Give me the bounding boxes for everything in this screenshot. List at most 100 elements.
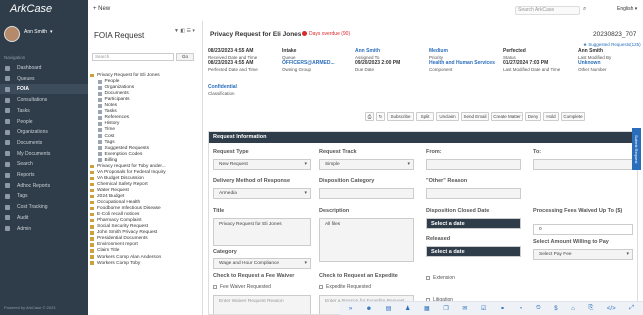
tree-child[interactable]: Exemption Codes [98, 152, 142, 157]
print-button[interactable]: ⎙ [365, 112, 374, 121]
files-icon[interactable]: ❐ [443, 305, 448, 312]
submit-request-tab[interactable]: Submit Request [632, 128, 641, 170]
people-icon[interactable]: ☻ [366, 306, 372, 312]
complete-button[interactable]: Complete [561, 112, 585, 121]
sidebar-item-consultations[interactable]: Consultations [0, 95, 88, 105]
sidebar-item-people[interactable]: People [0, 117, 88, 127]
component-link[interactable]: Health and Human Services [429, 60, 495, 66]
sidebar-item-search[interactable]: Search [0, 159, 88, 169]
released-date-field[interactable]: Select a date [426, 246, 521, 257]
disposition-field[interactable] [319, 188, 414, 199]
tree-child[interactable]: Tasks [98, 109, 117, 114]
avatar[interactable] [4, 26, 20, 42]
tree-child[interactable]: Tags [98, 140, 115, 145]
from-field[interactable] [426, 159, 521, 170]
tree-child[interactable]: References [98, 115, 129, 120]
deny-button[interactable]: Deny [525, 112, 541, 121]
willing-select[interactable]: Select Pay Fee [533, 249, 633, 260]
tree-item[interactable]: Workers Comp Alan Anderson [90, 255, 161, 260]
send-email-button[interactable]: Send Email [461, 112, 489, 121]
tree-item[interactable]: VA Proposals for Federal Inquiry [90, 170, 166, 175]
sidebar-item-tasks[interactable]: Tasks [0, 106, 88, 116]
tree-item[interactable]: Presidential Documents [90, 236, 148, 241]
user-name[interactable]: Ann Smith [24, 29, 47, 35]
other-reason-field[interactable] [426, 188, 521, 199]
link-icon[interactable]: ⚭ [500, 305, 505, 312]
priority-link[interactable]: Medium [429, 48, 448, 54]
building-icon[interactable]: ▦ [424, 305, 430, 312]
subscribe-button[interactable]: Subscribe [387, 112, 414, 121]
sidebar-item-foia[interactable]: FOIA [0, 84, 88, 95]
language-select[interactable]: English ▾ [617, 6, 637, 12]
refresh-button[interactable]: ↻ [376, 112, 385, 121]
tree-item[interactable]: Occupational Health [90, 200, 140, 205]
tree-child[interactable]: Notes [98, 103, 117, 108]
sidebar-item-my-documents[interactable]: My Documents [0, 149, 88, 159]
tree-go-button[interactable]: Go [176, 53, 194, 61]
tree-item[interactable]: John Smith Privacy Request [90, 230, 157, 235]
tree-item[interactable]: Environment report [90, 242, 138, 247]
code-icon[interactable]: </> [607, 306, 616, 312]
processing-field[interactable]: 0 [533, 224, 633, 235]
expand-icon[interactable]: ⤢ [629, 305, 634, 312]
sidebar-item-reports[interactable]: Reports [0, 170, 88, 180]
tree-item[interactable]: Social Security Request [90, 224, 148, 229]
tree-child[interactable]: History [98, 121, 119, 126]
tree-item[interactable]: 2024 Budget [90, 194, 124, 199]
tag-icon[interactable]: ⌂ [571, 306, 575, 312]
tree-child[interactable]: Organizations [98, 85, 134, 90]
tree-item[interactable]: Claim Title [90, 248, 119, 253]
sidebar-item-admin[interactable]: Admin [0, 224, 88, 234]
tree-search-input[interactable]: Search [92, 53, 174, 61]
request-type-select[interactable]: New Request [213, 159, 311, 170]
money-icon[interactable]: $ [554, 306, 557, 312]
tree-child[interactable]: Time [98, 127, 115, 132]
sidebar-item-audit[interactable]: Audit [0, 213, 88, 223]
new-button[interactable]: + New [93, 6, 110, 12]
tasks-icon[interactable]: ☑ [481, 305, 486, 312]
classification-link[interactable]: Confidential [208, 84, 237, 90]
sidebar-item-adhoc-reports[interactable]: Adhoc Reports [0, 181, 88, 191]
sidebar-item-tags[interactable]: Tags [0, 191, 88, 201]
waiver-reason-field[interactable]: Enter Waiver Request Reason [213, 295, 311, 314]
tree-item[interactable]: E-Coli recall notices [90, 212, 139, 217]
collapse-icon[interactable]: » [349, 306, 352, 312]
request-track-select[interactable]: Simple [319, 159, 414, 170]
tree-item[interactable]: Chemical Safety Report [90, 182, 148, 187]
tree-item[interactable]: Pharmacy Complaint [90, 218, 142, 223]
sidebar-item-organizations[interactable]: Organizations [0, 127, 88, 137]
sidebar-item-dashboard[interactable]: Dashboard [0, 63, 88, 73]
tree-item[interactable]: VA Budget Discussion [90, 176, 144, 181]
create-matter-button[interactable]: Create Matter [491, 112, 523, 121]
tree-item[interactable]: Privacy request for Toby ander... [90, 164, 166, 169]
sidebar-item-documents[interactable]: Documents [0, 138, 88, 148]
tree-child[interactable]: Billing [98, 158, 117, 163]
other-number-link[interactable]: Unknown [578, 60, 601, 66]
tree-child[interactable]: People [98, 79, 119, 84]
tree-root[interactable]: Privacy Request for Eli Jones [90, 73, 160, 78]
copy-icon[interactable]: ⎘ [588, 305, 593, 312]
time-icon[interactable]: ⏲ [536, 305, 541, 312]
unclaim-button[interactable]: Unclaim [436, 112, 459, 121]
disposition-date-field[interactable]: Select a date [426, 218, 521, 229]
global-search-input[interactable]: Search ArkCase [515, 6, 580, 15]
tree-tools[interactable]: ▼ ◧ ☰ ▾ [174, 28, 195, 34]
history-icon[interactable]: ◔ [519, 306, 523, 312]
user-icon[interactable]: ♟ [405, 305, 410, 312]
owning-group-link[interactable]: OFFICERS@ARMED... [282, 60, 335, 66]
tree-child[interactable]: Suggested Requests [98, 146, 149, 151]
tree-child[interactable]: Documents [98, 91, 129, 96]
fee-waiver-checkbox[interactable]: Fee Waiver Requested [213, 284, 271, 290]
assigned-to-link[interactable]: Ann Smith [355, 48, 380, 54]
to-field[interactable] [533, 159, 633, 170]
sidebar-item-queues[interactable]: Queues [0, 74, 88, 84]
tree-child[interactable]: Participants [98, 97, 130, 102]
document-icon[interactable]: ▤ [386, 305, 392, 312]
comment-icon[interactable]: ✉ [462, 305, 467, 312]
chevron-down-icon[interactable]: ▾ [50, 29, 53, 35]
expedite-checkbox[interactable]: Expedite Requested [319, 284, 371, 290]
tree-item[interactable]: Foodborne Infectious Disease [90, 206, 161, 211]
description-field[interactable]: All files [319, 218, 414, 262]
title-field[interactable]: Privacy Request for Eli Jones [213, 218, 311, 246]
sidebar-item-cost-tracking[interactable]: Cost Tracking [0, 202, 88, 212]
